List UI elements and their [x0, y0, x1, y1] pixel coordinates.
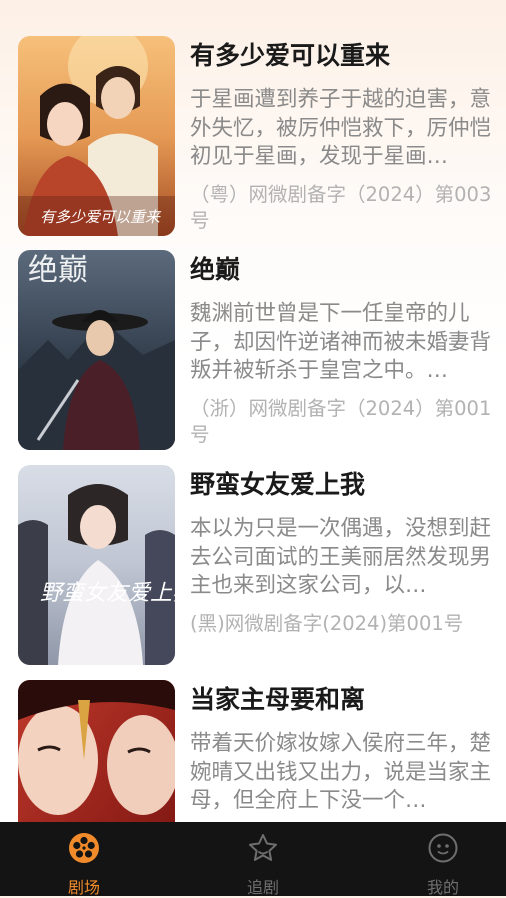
- tab-theater[interactable]: 剧场: [24, 822, 144, 897]
- tab-label: 追剧: [246, 878, 279, 897]
- drama-description: 魏渊前世曾是下一任皇帝的儿子，却因忤逆诸神而被未婚妻背叛并被斩杀于皇宫之中。…: [190, 301, 492, 383]
- tab-label: 剧场: [67, 878, 100, 897]
- drama-description: 于星画遭到养子于越的迫害，意外失忆，被厉仲恺救下，厉仲恺初见于星画，发现于星画…: [190, 87, 492, 169]
- drama-poster[interactable]: 绝巅: [18, 250, 175, 450]
- drama-poster[interactable]: 野蛮女友爱上我: [18, 465, 175, 665]
- drama-license: （粤）网微剧备字（2024）第003号: [190, 183, 492, 232]
- poster-image: 绝巅: [18, 250, 175, 450]
- drama-card[interactable]: 当家主母要和离 带着天价嫁妆嫁入侯府三年，楚婉晴又出钱又出力，说是当家主母，但全…: [18, 680, 504, 822]
- star-icon: [249, 834, 277, 861]
- drama-list: 有多少爱可以重来 有多少爱可以重来 于星画遭到养子于越的迫害，意外失忆，被厉仲恺…: [0, 0, 506, 822]
- poster-title-text: 有多少爱可以重来: [40, 208, 162, 226]
- profile-face-icon: [428, 833, 458, 863]
- drama-poster[interactable]: 有多少爱可以重来: [18, 36, 175, 236]
- drama-license: (黑)网微剧备字(2024)第001号: [190, 612, 464, 635]
- poster-title-text: 绝巅: [28, 253, 88, 288]
- drama-title[interactable]: 当家主母要和离: [190, 682, 504, 718]
- poster-image: [18, 680, 175, 822]
- drama-description: 本以为只是一次偶遇，没想到赶去公司面试的王美丽居然发现男主也来到这家公司，以…: [190, 516, 492, 598]
- tab-following[interactable]: 追剧: [203, 822, 323, 897]
- drama-card[interactable]: 绝巅 绝巅 魏渊前世曾是下一任皇帝的儿子，却因忤逆诸神而被未婚妻背叛并被斩杀于皇…: [18, 250, 504, 450]
- tab-label: 我的: [426, 878, 459, 897]
- bottom-tab-bar: 剧场 追剧 我的: [0, 822, 506, 897]
- drama-title[interactable]: 有多少爱可以重来: [190, 38, 504, 74]
- drama-title[interactable]: 绝巅: [190, 252, 504, 288]
- drama-card[interactable]: 有多少爱可以重来 有多少爱可以重来 于星画遭到养子于越的迫害，意外失忆，被厉仲恺…: [18, 36, 504, 236]
- drama-title[interactable]: 野蛮女友爱上我: [190, 467, 504, 503]
- poster-image: 野蛮女友爱上我: [18, 465, 175, 665]
- drama-license: （浙）网微剧备字（2024）第001号: [190, 397, 492, 446]
- drama-description: 带着天价嫁妆嫁入侯府三年，楚婉晴又出钱又出力，说是当家主母，但全府上下没一个…: [190, 731, 492, 813]
- film-reel-icon: [69, 833, 99, 863]
- poster-title-text: 野蛮女友爱上我: [40, 581, 175, 606]
- drama-card[interactable]: 野蛮女友爱上我 野蛮女友爱上我 本以为只是一次偶遇，没想到赶去公司面试的王美丽居…: [18, 465, 504, 665]
- drama-poster[interactable]: [18, 680, 175, 822]
- tab-profile[interactable]: 我的: [383, 822, 503, 897]
- poster-image: 有多少爱可以重来: [18, 36, 175, 236]
